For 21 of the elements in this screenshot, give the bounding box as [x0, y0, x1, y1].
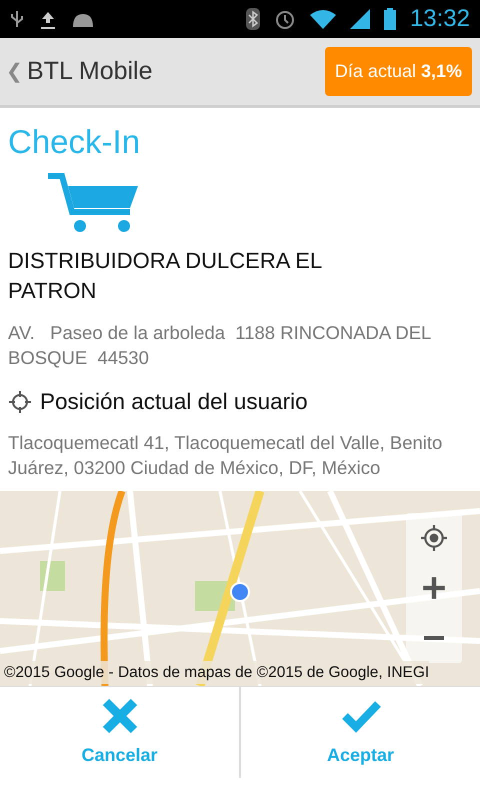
signal-icon	[350, 9, 370, 29]
plus-icon	[421, 574, 447, 601]
map-attribution: ©2015 Google - Datos de mapas de ©2015 de Google, INEGI	[4, 660, 430, 684]
position-heading: Posición actual del usuario	[40, 388, 308, 416]
back-icon[interactable]: ❮	[6, 56, 23, 86]
bluetooth-icon	[246, 8, 260, 30]
clock: 13:32	[410, 4, 470, 34]
store-name: DISTRIBUIDORA DULCERA EL PATRON	[8, 246, 322, 306]
alarm-icon	[274, 8, 296, 30]
battery-icon	[384, 8, 396, 30]
daily-progress-badge: Día actual 3,1%	[324, 47, 472, 96]
wifi-icon	[310, 9, 336, 29]
app-title: BTL Mobile	[27, 56, 153, 87]
store-address: AV. Paseo de la arboleda 1188 RINCONADA DEL BOSQUE 44530	[8, 321, 432, 370]
target-icon	[421, 524, 447, 551]
shopping-cart-icon	[48, 172, 140, 234]
minus-icon	[422, 636, 446, 640]
location-target-icon	[8, 390, 32, 414]
usb-icon	[10, 9, 24, 29]
user-address: Tlacoquemecatl 41, Tlacoquemecatl del Valle, Benito Juárez, 03200 Ciudad de México, DF, México	[8, 430, 444, 480]
screen-title: Check-In	[8, 122, 142, 162]
